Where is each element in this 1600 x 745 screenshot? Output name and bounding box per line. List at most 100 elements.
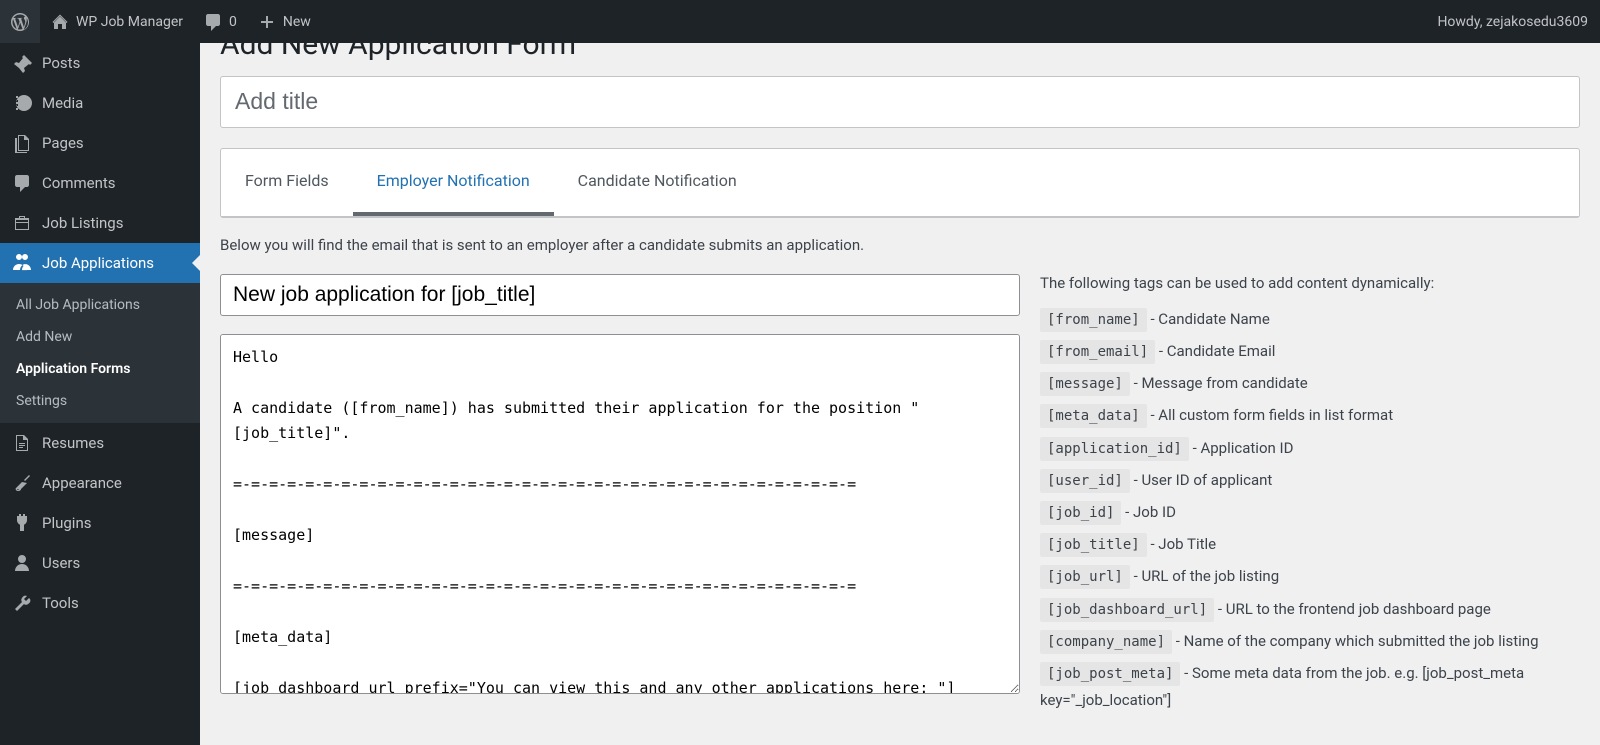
tag-row: [job_dashboard_url] - URL to the fronten… bbox=[1040, 596, 1580, 623]
sidebar-item-posts[interactable]: Posts bbox=[0, 43, 200, 83]
tag-row: [job_title] - Job Title bbox=[1040, 531, 1580, 558]
comment-icon bbox=[203, 12, 223, 32]
menu-label: Users bbox=[42, 554, 80, 572]
brush-icon bbox=[12, 473, 32, 493]
tag-description: - Name of the company which submitted th… bbox=[1172, 632, 1538, 650]
menu-label: Pages bbox=[42, 134, 84, 152]
tag-description: - All custom form fields in list format bbox=[1147, 406, 1393, 424]
groups-icon bbox=[12, 253, 32, 273]
submenu-add-new[interactable]: Add New bbox=[0, 321, 200, 353]
tag-code: [from_email] bbox=[1040, 340, 1155, 364]
tag-code: [job_title] bbox=[1040, 533, 1147, 557]
tag-code: [meta_data] bbox=[1040, 404, 1147, 428]
new-label: New bbox=[283, 14, 311, 30]
menu-label: Resumes bbox=[42, 434, 104, 452]
sidebar-item-plugins[interactable]: Plugins bbox=[0, 503, 200, 543]
email-subject-input[interactable] bbox=[220, 274, 1020, 316]
comments-link[interactable]: 0 bbox=[193, 0, 247, 43]
tag-code: [message] bbox=[1040, 372, 1130, 396]
tag-description: - Job ID bbox=[1121, 503, 1176, 521]
tag-description: - Candidate Email bbox=[1155, 342, 1275, 360]
home-icon bbox=[50, 12, 70, 32]
tag-row: [from_email] - Candidate Email bbox=[1040, 338, 1580, 365]
sidebar-item-appearance[interactable]: Appearance bbox=[0, 463, 200, 503]
tag-description: - URL of the job listing bbox=[1130, 567, 1279, 585]
admin-sidebar: Posts Media Pages Comments Job Listings … bbox=[0, 43, 200, 745]
tag-row: [user_id] - User ID of applicant bbox=[1040, 467, 1580, 494]
sidebar-item-resumes[interactable]: Resumes bbox=[0, 423, 200, 463]
admin-bar: WP Job Manager 0 New Howdy, zejakosedu36… bbox=[0, 0, 1600, 43]
submenu-application-forms[interactable]: Application Forms bbox=[0, 353, 200, 385]
briefcase-icon bbox=[12, 213, 32, 233]
tag-description: - User ID of applicant bbox=[1130, 471, 1272, 489]
tag-code: [job_dashboard_url] bbox=[1040, 598, 1214, 622]
menu-label: Comments bbox=[42, 174, 116, 192]
media-icon bbox=[12, 93, 32, 113]
site-link[interactable]: WP Job Manager bbox=[40, 0, 193, 43]
sidebar-item-job-listings[interactable]: Job Listings bbox=[0, 203, 200, 243]
sidebar-item-media[interactable]: Media bbox=[0, 83, 200, 123]
menu-label: Job Applications bbox=[42, 254, 154, 272]
tag-row: [meta_data] - All custom form fields in … bbox=[1040, 402, 1580, 429]
tabs-panel: Form Fields Employer Notification Candid… bbox=[220, 148, 1580, 218]
menu-label: Job Listings bbox=[42, 214, 123, 232]
menu-label: Plugins bbox=[42, 514, 91, 532]
site-name: WP Job Manager bbox=[76, 14, 183, 30]
sidebar-item-job-applications[interactable]: Job Applications bbox=[0, 243, 200, 283]
pages-icon bbox=[12, 133, 32, 153]
main-content: Add New Application Form Form Fields Emp… bbox=[200, 43, 1600, 745]
sidebar-item-comments[interactable]: Comments bbox=[0, 163, 200, 203]
user-icon bbox=[12, 553, 32, 573]
tags-intro: The following tags can be used to add co… bbox=[1040, 274, 1580, 292]
sidebar-item-users[interactable]: Users bbox=[0, 543, 200, 583]
new-content-link[interactable]: New bbox=[247, 0, 321, 43]
tag-description: - Message from candidate bbox=[1130, 374, 1308, 392]
tag-row: [job_post_meta] - Some meta data from th… bbox=[1040, 660, 1580, 714]
tag-row: [job_id] - Job ID bbox=[1040, 499, 1580, 526]
tag-description: - URL to the frontend job dashboard page bbox=[1214, 600, 1491, 618]
page-heading: Add New Application Form bbox=[220, 43, 1580, 62]
tag-row: [from_name] - Candidate Name bbox=[1040, 306, 1580, 333]
post-title-input[interactable] bbox=[220, 76, 1580, 128]
tag-description: - Job Title bbox=[1147, 535, 1216, 553]
tag-row: [application_id] - Application ID bbox=[1040, 435, 1580, 462]
tags-list: [from_name] - Candidate Name [from_email]… bbox=[1040, 306, 1580, 714]
tag-code: [user_id] bbox=[1040, 469, 1130, 493]
sidebar-item-tools[interactable]: Tools bbox=[0, 583, 200, 623]
tab-description: Below you will find the email that is se… bbox=[220, 236, 1580, 254]
pin-icon bbox=[12, 53, 32, 73]
submenu-all-applications[interactable]: All Job Applications bbox=[0, 289, 200, 321]
tag-code: [job_url] bbox=[1040, 565, 1130, 589]
tag-row: [company_name] - Name of the company whi… bbox=[1040, 628, 1580, 655]
submenu-settings[interactable]: Settings bbox=[0, 385, 200, 417]
email-body-textarea[interactable] bbox=[220, 334, 1020, 694]
comments-icon bbox=[12, 173, 32, 193]
tag-description: - Candidate Name bbox=[1147, 310, 1270, 328]
menu-label: Appearance bbox=[42, 474, 122, 492]
plus-icon bbox=[257, 12, 277, 32]
my-account-link[interactable]: Howdy, zejakosedu3609 bbox=[1437, 14, 1600, 30]
plug-icon bbox=[12, 513, 32, 533]
tab-employer-notification[interactable]: Employer Notification bbox=[353, 149, 554, 216]
comments-count: 0 bbox=[229, 14, 237, 30]
wp-logo[interactable] bbox=[0, 0, 40, 43]
howdy-text: Howdy, zejakosedu3609 bbox=[1437, 14, 1588, 30]
tag-description: - Application ID bbox=[1189, 439, 1294, 457]
tag-code: [application_id] bbox=[1040, 437, 1189, 461]
tag-code: [from_name] bbox=[1040, 308, 1147, 332]
wordpress-icon bbox=[10, 12, 30, 32]
tag-row: [message] - Message from candidate bbox=[1040, 370, 1580, 397]
menu-label: Tools bbox=[42, 594, 79, 612]
tag-code: [job_post_meta] bbox=[1040, 662, 1180, 686]
menu-label: Media bbox=[42, 94, 83, 112]
tag-code: [company_name] bbox=[1040, 630, 1172, 654]
tab-form-fields[interactable]: Form Fields bbox=[221, 149, 353, 216]
doc-icon bbox=[12, 433, 32, 453]
tag-row: [job_url] - URL of the job listing bbox=[1040, 563, 1580, 590]
menu-label: Posts bbox=[42, 54, 80, 72]
sidebar-item-pages[interactable]: Pages bbox=[0, 123, 200, 163]
wrench-icon bbox=[12, 593, 32, 613]
tag-code: [job_id] bbox=[1040, 501, 1121, 525]
submenu-job-applications: All Job Applications Add New Application… bbox=[0, 283, 200, 423]
tab-candidate-notification[interactable]: Candidate Notification bbox=[554, 149, 761, 216]
